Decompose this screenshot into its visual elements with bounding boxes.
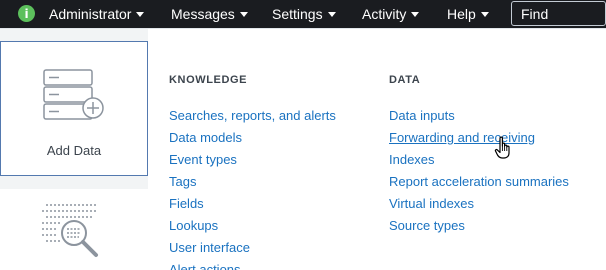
data-header: DATA xyxy=(389,74,421,86)
add-data-tile[interactable]: Add Data xyxy=(0,41,148,176)
link-event-types[interactable]: Event types xyxy=(169,152,237,167)
add-data-label: Add Data xyxy=(46,143,102,158)
nav-settings-menu[interactable]: Settings xyxy=(272,0,336,28)
info-badge-icon[interactable]: i xyxy=(18,5,35,22)
link-report-acceleration-summaries[interactable]: Report acceleration summaries xyxy=(389,174,569,189)
nav-messages-menu[interactable]: Messages xyxy=(171,0,248,28)
chevron-down-icon xyxy=(239,12,248,17)
find-input[interactable]: Find xyxy=(511,1,606,26)
nav-administrator-menu[interactable]: Administrator xyxy=(49,0,145,28)
nav-administrator-label: Administrator xyxy=(49,6,132,22)
hand-cursor-icon xyxy=(494,136,510,159)
link-data-models[interactable]: Data models xyxy=(169,130,242,145)
chevron-down-icon xyxy=(480,12,489,17)
chevron-down-icon xyxy=(136,12,145,17)
chevron-down-icon xyxy=(327,12,336,17)
link-lookups[interactable]: Lookups xyxy=(169,218,218,233)
nav-activity-label: Activity xyxy=(362,6,407,22)
link-fields[interactable]: Fields xyxy=(169,196,204,211)
link-indexes[interactable]: Indexes xyxy=(389,152,435,167)
nav-help-label: Help xyxy=(447,6,476,22)
nav-settings-label: Settings xyxy=(272,6,323,22)
nav-help-menu[interactable]: Help xyxy=(447,0,489,28)
find-placeholder: Find xyxy=(521,5,549,22)
chevron-down-icon xyxy=(411,12,420,17)
link-tags[interactable]: Tags xyxy=(169,174,196,189)
settings-dropdown-panel: Add Data KNOWLEDGE Searches, reports, an xyxy=(0,28,606,270)
nav-activity-menu[interactable]: Activity xyxy=(362,0,420,28)
nav-messages-label: Messages xyxy=(171,6,235,22)
search-tile[interactable] xyxy=(0,189,148,270)
knowledge-header: KNOWLEDGE xyxy=(169,74,248,86)
link-virtual-indexes[interactable]: Virtual indexes xyxy=(389,196,474,211)
link-data-inputs[interactable]: Data inputs xyxy=(389,108,455,123)
link-searches-reports-alerts[interactable]: Searches, reports, and alerts xyxy=(169,108,336,123)
link-alert-actions[interactable]: Alert actions xyxy=(169,262,241,270)
server-add-icon xyxy=(43,69,104,120)
search-logs-icon xyxy=(42,204,98,257)
link-user-interface[interactable]: User interface xyxy=(169,240,250,255)
link-source-types[interactable]: Source types xyxy=(389,218,465,233)
top-navbar: i Administrator Messages Settings Activi… xyxy=(0,0,606,28)
